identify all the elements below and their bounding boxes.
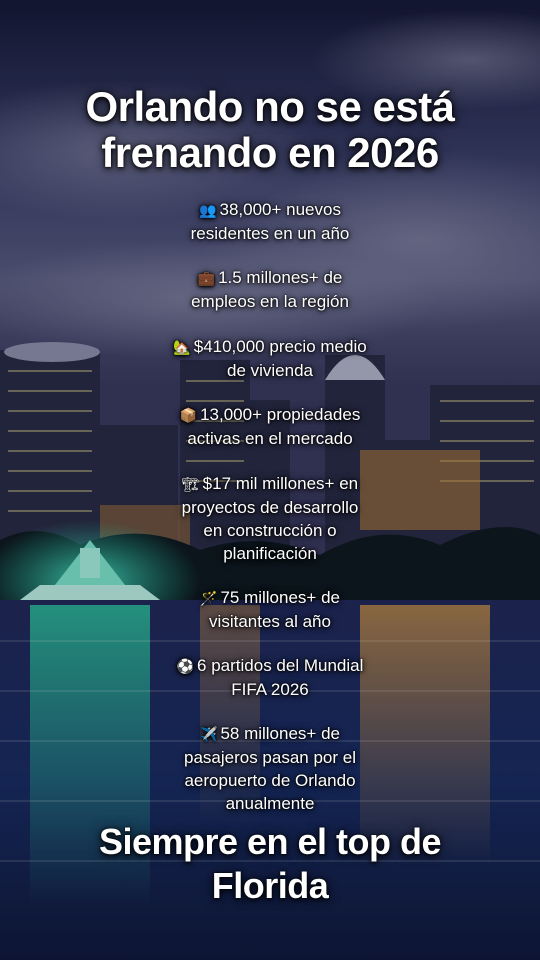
stat-home-price: 🏡 $410,000 precio medio de vivienda xyxy=(120,335,420,382)
title-line: frenando en 2026 xyxy=(101,129,439,176)
stat-text: 13,000+ propiedades xyxy=(200,405,361,424)
stat-text: 1.5 millones+ de xyxy=(218,268,343,287)
stat-text: residentes en un año xyxy=(190,224,350,243)
text-overlay: Orlando no se está frenando en 2026 👥 38,… xyxy=(0,0,540,960)
airplane-icon: ✈️ xyxy=(200,726,218,742)
stat-text: 75 millones+ de xyxy=(220,588,340,607)
stat-airport-passengers: ✈️ 58 millones+ de pasajeros pasan por el… xyxy=(120,722,420,815)
wand-icon: 🪄 xyxy=(200,590,218,606)
stat-jobs: 💼 1.5 millones+ de empleos en la región xyxy=(120,266,420,313)
stat-text: planificación xyxy=(223,544,317,563)
stat-text: activas en el mercado xyxy=(187,429,353,448)
briefcase-icon: 💼 xyxy=(197,270,216,286)
stat-active-listings: 📦 13,000+ propiedades activas en el merca… xyxy=(120,403,420,450)
package-icon: 📦 xyxy=(179,407,198,423)
footer-line: Florida xyxy=(211,865,329,906)
footer-line: Siempre en el top de xyxy=(98,821,442,862)
soccer-ball-icon: ⚽ xyxy=(176,658,195,674)
stat-text: $17 mil millones+ en xyxy=(202,474,359,493)
people-icon: 👥 xyxy=(199,202,217,218)
stat-text: en construcción o xyxy=(203,521,337,540)
construction-icon: 🏗 xyxy=(181,476,200,492)
stat-text: $410,000 precio medio xyxy=(193,337,367,356)
stat-text: 6 partidos del Mundial xyxy=(197,656,364,675)
stat-visitors: 🪄 75 millones+ de visitantes al año xyxy=(120,586,420,633)
title-line: Orlando no se está xyxy=(85,83,455,130)
stat-world-cup: ⚽ 6 partidos del Mundial FIFA 2026 xyxy=(120,654,420,701)
stat-text: de vivienda xyxy=(226,361,313,380)
stat-text: 58 millones+ de xyxy=(220,724,340,743)
stat-text: visitantes al año xyxy=(209,612,331,631)
stat-text: empleos en la región xyxy=(191,292,349,311)
stat-text: anualmente xyxy=(225,794,315,813)
page-title: Orlando no se está frenando en 2026 xyxy=(0,84,540,176)
stat-text: 38,000+ nuevos xyxy=(219,200,341,219)
stat-new-residents: 👥 38,000+ nuevos residentes en un año xyxy=(120,198,420,245)
stat-text: FIFA 2026 xyxy=(231,680,309,699)
stat-development-projects: 🏗 $17 mil millones+ en proyectos de desar… xyxy=(120,472,420,565)
stat-text: proyectos de desarrollo xyxy=(181,498,359,517)
stat-text: pasajeros pasan por el xyxy=(183,748,356,767)
house-icon: 🏡 xyxy=(173,339,191,355)
footer-title: Siempre en el top de Florida xyxy=(0,820,540,908)
stat-text: aeropuerto de Orlando xyxy=(184,771,356,790)
